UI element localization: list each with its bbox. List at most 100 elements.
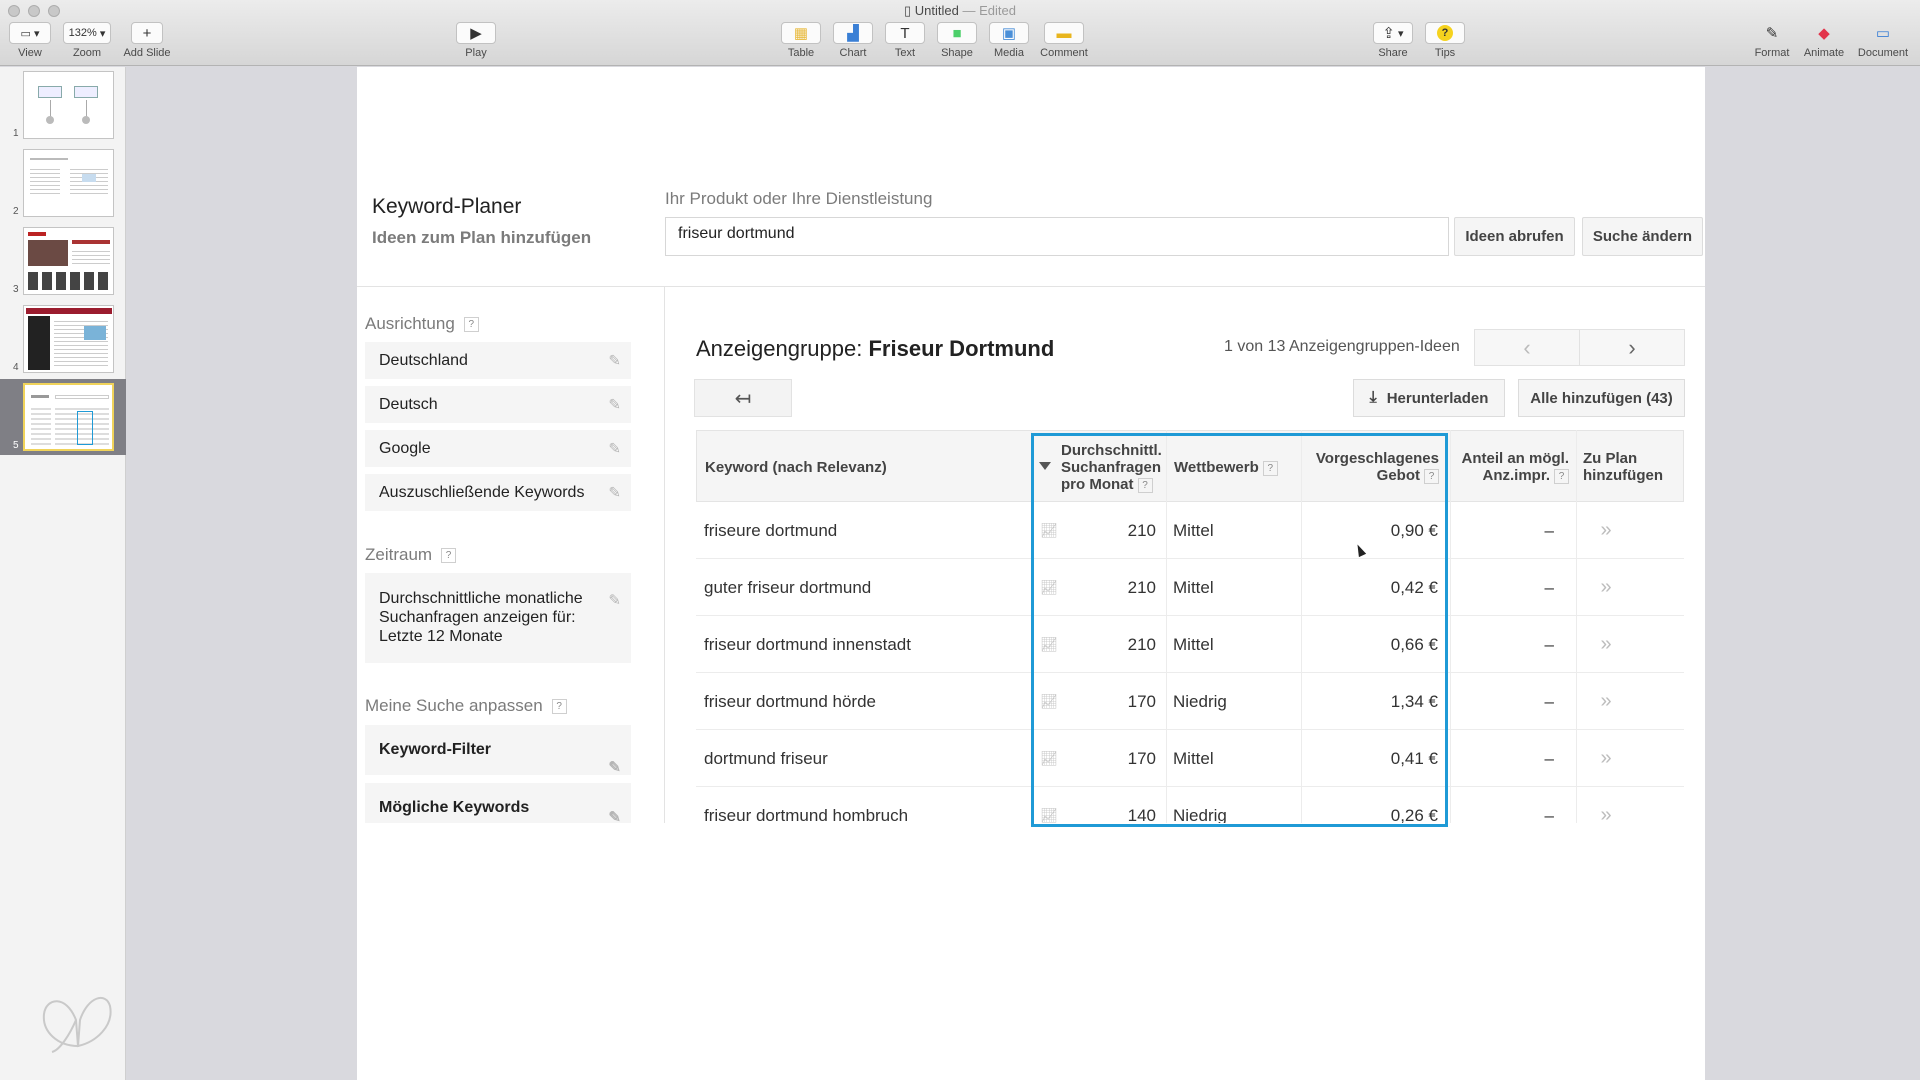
- share-cell: –: [1544, 691, 1554, 711]
- tips-icon: ?: [1425, 22, 1465, 44]
- text-button[interactable]: T Text: [884, 22, 926, 59]
- help-icon[interactable]: ?: [463, 316, 479, 332]
- timeframe-setting[interactable]: Durchschnittliche monatliche Suchanfrage…: [365, 573, 631, 663]
- targeting-location[interactable]: Deutschland ✎: [365, 342, 631, 379]
- slide-navigator: 1 2 3 4 5: [0, 67, 126, 1080]
- pencil-icon[interactable]: ✎: [608, 591, 621, 610]
- format-button[interactable]: ✎ Format: [1750, 22, 1794, 60]
- document-icon: ▯: [904, 3, 915, 18]
- window-title: ▯ Untitled — Edited: [904, 3, 1016, 18]
- zoom-value: 132%: [68, 27, 97, 39]
- back-arrow-icon: ↤: [734, 387, 752, 410]
- slide-thumbnail[interactable]: 3: [0, 223, 126, 299]
- slide-thumbnail[interactable]: 2: [0, 145, 126, 221]
- slide-thumbnail[interactable]: 4: [0, 301, 126, 377]
- add-to-plan-chevron-icon[interactable]: »: [1586, 502, 1626, 559]
- slide-thumbnail-selected[interactable]: 5: [0, 379, 126, 455]
- share-cell: –: [1544, 520, 1554, 540]
- plus-icon: +: [131, 22, 163, 44]
- share-cell: –: [1544, 748, 1554, 768]
- next-page-button[interactable]: ›: [1579, 329, 1685, 366]
- view-menu-button[interactable]: ▭ ▾ View: [8, 22, 52, 59]
- adgroup-title: Anzeigengruppe: Friseur Dortmund: [696, 336, 1055, 361]
- document-inspector-icon: ▭: [1875, 24, 1891, 42]
- customize-heading: Meine Suche anpassen?: [365, 696, 567, 716]
- text-icon: T: [885, 22, 925, 44]
- help-icon[interactable]: ?: [441, 547, 457, 563]
- share-button[interactable]: ⇪ ▾ Share: [1372, 22, 1414, 59]
- shape-button[interactable]: ■ Shape: [936, 22, 978, 59]
- adgroup-count: 1 von 13 Anzeigengruppen-Ideen: [1224, 338, 1460, 355]
- timeframe-heading: Zeitraum?: [365, 545, 457, 565]
- chevron-right-icon: ›: [1628, 334, 1636, 360]
- comment-button[interactable]: ▬ Comment: [1036, 22, 1092, 59]
- targeting-heading: Ausrichtung?: [365, 314, 479, 334]
- share-cell: –: [1544, 805, 1554, 824]
- zoom-menu-button[interactable]: 132% ▾ Zoom: [62, 22, 112, 59]
- share-cell: –: [1544, 577, 1554, 597]
- planner-subtitle: Ideen zum Plan hinzufügen: [372, 228, 592, 247]
- shape-icon: ■: [937, 22, 977, 44]
- add-all-button[interactable]: Alle hinzufügen (43): [1518, 379, 1685, 417]
- butterfly-logo-icon: [42, 996, 112, 1053]
- keynote-toolbar: ▯ Untitled — Edited ▭ ▾ View 132% ▾ Zoom…: [0, 0, 1920, 66]
- previous-page-button[interactable]: ‹: [1474, 329, 1580, 366]
- help-icon[interactable]: ?: [551, 698, 567, 714]
- keyword-cell: friseure dortmund: [704, 520, 838, 540]
- add-to-plan-chevron-icon[interactable]: »: [1586, 559, 1626, 616]
- share-icon: ⇪ ▾: [1373, 22, 1413, 44]
- targeting-language[interactable]: Deutsch ✎: [365, 386, 631, 423]
- pencil-icon[interactable]: ✎: [608, 430, 621, 467]
- chart-icon: ▟: [833, 22, 873, 44]
- slide-thumbnail[interactable]: 1: [0, 67, 126, 143]
- help-icon[interactable]: ?: [1554, 468, 1569, 484]
- media-icon: ▣: [989, 22, 1029, 44]
- media-button[interactable]: ▣ Media: [988, 22, 1030, 59]
- pencil-icon[interactable]: ✎: [608, 793, 621, 823]
- add-to-plan-chevron-icon[interactable]: »: [1586, 616, 1626, 673]
- comment-icon: ▬: [1044, 22, 1084, 44]
- adgroup-name: Friseur Dortmund: [868, 336, 1055, 361]
- animate-icon: ◆: [1818, 24, 1830, 42]
- download-button[interactable]: ⤓ Herunterladen: [1353, 379, 1505, 417]
- back-button[interactable]: ↤: [694, 379, 792, 417]
- product-label: Ihr Produkt oder Ihre Dienstleistung: [665, 189, 933, 208]
- add-to-plan-chevron-icon[interactable]: »: [1586, 673, 1626, 730]
- keyword-cell: friseur dortmund innenstadt: [704, 634, 911, 654]
- keyword-cell: friseur dortmund hombruch: [704, 805, 909, 824]
- add-to-plan-chevron-icon[interactable]: »: [1586, 730, 1626, 787]
- paintbrush-icon: ✎: [1765, 24, 1779, 42]
- column-add-to-plan: Zu Plan hinzufügen: [1583, 450, 1663, 484]
- keyword-cell: friseur dortmund hörde: [704, 691, 876, 711]
- sidebar-icon: ▭ ▾: [9, 22, 51, 44]
- document-status: Edited: [979, 3, 1016, 18]
- planner-title: Keyword-Planer: [372, 195, 522, 218]
- modify-search-button[interactable]: Suche ändern: [1582, 217, 1703, 256]
- chart-button[interactable]: ▟ Chart: [832, 22, 874, 59]
- get-ideas-button[interactable]: Ideen abrufen: [1454, 217, 1575, 256]
- document-button[interactable]: ▭ Document: [1854, 22, 1912, 60]
- play-button[interactable]: ▶ Play: [455, 22, 497, 59]
- pencil-icon[interactable]: ✎: [608, 386, 621, 423]
- document-title: Untitled: [914, 3, 959, 18]
- animate-button[interactable]: ◆ Animate: [1800, 22, 1848, 60]
- download-icon: ⤓: [1369, 389, 1377, 406]
- pencil-icon[interactable]: ✎: [608, 342, 621, 379]
- add-slide-button[interactable]: + Add Slide: [118, 22, 176, 59]
- add-to-plan-chevron-icon[interactable]: »: [1586, 787, 1626, 823]
- targeting-negative-keywords[interactable]: Auszuschließende Keywords ✎: [365, 474, 631, 511]
- possible-keywords[interactable]: Mögliche Keywords ✎: [365, 783, 631, 823]
- chevron-left-icon: ‹: [1523, 334, 1531, 360]
- tips-button[interactable]: ? Tips: [1424, 22, 1466, 59]
- pencil-icon[interactable]: ✎: [608, 474, 621, 511]
- column-keyword[interactable]: Keyword (nach Relevanz): [705, 459, 887, 476]
- table-button[interactable]: ▦ Table: [780, 22, 822, 59]
- targeting-network[interactable]: Google ✎: [365, 430, 631, 467]
- keyword-cell: dortmund friseur: [704, 748, 828, 768]
- keyword-filter[interactable]: Keyword-Filter ✎: [365, 725, 631, 776]
- keyword-cell: guter friseur dortmund: [704, 577, 872, 597]
- product-input[interactable]: friseur dortmund: [665, 217, 1449, 256]
- column-impression-share[interactable]: Anteil an mögl. Anz.impr.?: [1459, 450, 1569, 484]
- play-icon: ▶: [456, 22, 496, 44]
- highlight-rectangle[interactable]: [1031, 433, 1448, 827]
